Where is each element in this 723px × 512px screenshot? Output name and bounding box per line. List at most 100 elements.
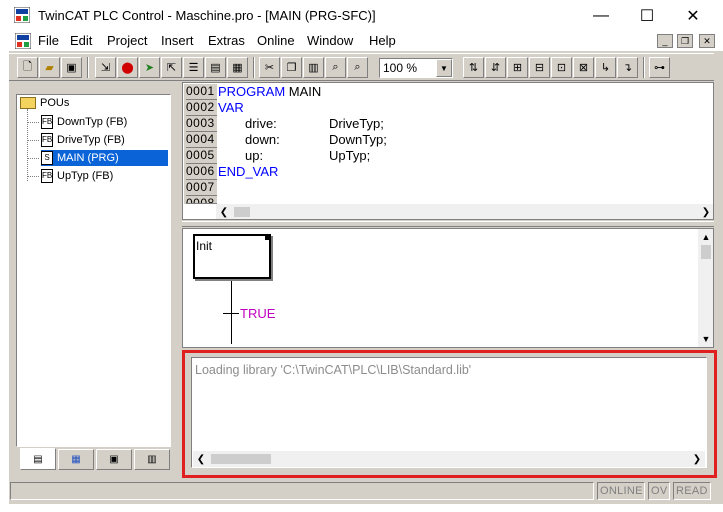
toolbar-separator <box>87 57 89 78</box>
new-icon: 🗋 <box>23 61 32 73</box>
menu-window[interactable]: Window <box>307 33 353 48</box>
save-button[interactable]: ▣ <box>61 57 82 78</box>
run-button[interactable]: ➤ <box>139 57 160 78</box>
sfc-branch-icon: ⊟ <box>534 62 545 74</box>
login-button[interactable]: ⇲ <box>95 57 116 78</box>
stop-button[interactable]: ⬤ <box>117 57 138 78</box>
sfc-step-button[interactable]: ⇅ <box>463 57 484 78</box>
scroll-left-icon[interactable]: ❮ <box>193 451 209 467</box>
line-number: 0001 <box>186 84 217 100</box>
chevron-down-icon[interactable]: ▼ <box>436 59 452 77</box>
toggle-button[interactable]: ▤ <box>205 57 226 78</box>
sfc-jump2-icon: ↳ <box>600 62 611 74</box>
sfc-parallel-button[interactable]: ⊞ <box>507 57 528 78</box>
tab-visualizations[interactable]: ▣ <box>96 449 132 470</box>
var-type: DriveTyp; <box>329 116 384 131</box>
scrollbar-thumb[interactable] <box>211 454 271 464</box>
tab-resources[interactable]: ▥ <box>134 449 170 470</box>
sfc-jump-button[interactable]: ⊡ <box>551 57 572 78</box>
scroll-down-icon[interactable]: ▼ <box>698 331 713 347</box>
breakpoint-button[interactable]: ▦ <box>227 57 248 78</box>
function-block-icon: FB <box>41 115 53 129</box>
cut-icon: ✂ <box>264 62 275 74</box>
mdi-close-button[interactable]: ✕ <box>699 34 715 48</box>
step-button[interactable]: ☰ <box>183 57 204 78</box>
copy-icon: ❐ <box>286 62 297 74</box>
tree-item-downtyp[interactable]: FB DownTyp (FB) <box>41 114 130 130</box>
tree-item-uptyp[interactable]: FB UpTyp (FB) <box>41 168 116 184</box>
save-icon: ▣ <box>66 62 77 74</box>
scroll-up-icon[interactable]: ▲ <box>698 229 713 245</box>
find-next-button[interactable]: ⌕ <box>347 57 368 78</box>
pou-tree-panel: POUs FB DownTyp (FB) FB DriveTyp (FB) S … <box>16 94 171 447</box>
tree-connector <box>27 140 39 141</box>
sfc-branch-button[interactable]: ⊟ <box>529 57 550 78</box>
step-icon: ☰ <box>188 62 199 74</box>
sfc-init-step[interactable]: Init <box>193 234 271 279</box>
find-button[interactable]: ⌕ <box>325 57 346 78</box>
stop-icon: ⬤ <box>121 62 134 74</box>
paste-icon: ▥ <box>308 62 319 74</box>
scroll-right-icon[interactable]: ❯ <box>689 451 705 467</box>
zoom-select[interactable]: 100 % ▼ <box>379 58 453 78</box>
menu-insert[interactable]: Insert <box>161 33 194 48</box>
menu-online[interactable]: Online <box>257 33 295 48</box>
open-button[interactable]: ▰ <box>39 57 60 78</box>
document-window-icon[interactable] <box>15 33 31 49</box>
editor-splitter[interactable] <box>182 221 714 227</box>
tree-root-pous[interactable]: POUs <box>20 97 69 109</box>
tree-item-label: DriveTyp (FB) <box>57 134 125 146</box>
background-window-edge <box>0 24 9 512</box>
transition-condition[interactable]: TRUE <box>240 306 275 321</box>
scrollbar-thumb[interactable] <box>234 207 250 217</box>
tree-item-main[interactable]: S MAIN (PRG) <box>41 150 168 166</box>
close-icon: ✕ <box>686 7 700 25</box>
new-button[interactable]: 🗋 <box>17 57 38 78</box>
menu-edit[interactable]: Edit <box>70 33 92 48</box>
sfc-return-icon: ⊠ <box>578 62 589 74</box>
tab-pous[interactable]: ▤ <box>20 448 56 470</box>
keyword: END_VAR <box>218 164 279 179</box>
tree-item-drivetyp[interactable]: FB DriveTyp (FB) <box>41 132 128 148</box>
sfc-label-button[interactable]: ↴ <box>617 57 638 78</box>
menu-bar: File Edit Project Insert Extras Online W… <box>9 31 723 51</box>
copy-button[interactable]: ❐ <box>281 57 302 78</box>
twincat-app-icon <box>14 7 30 23</box>
logout-button[interactable]: ⇱ <box>161 57 182 78</box>
sfc-jump2-button[interactable]: ↳ <box>595 57 616 78</box>
mdi-restore-button[interactable]: ❐ <box>677 34 693 48</box>
declaration-editor[interactable]: 0001 0002 0003 0004 0005 0006 0007 0008 … <box>182 82 714 220</box>
sfc-return-button[interactable]: ⊠ <box>573 57 594 78</box>
horizontal-scrollbar[interactable]: ❮ ❯ <box>216 204 713 219</box>
message-window[interactable]: Loading library 'C:\TwinCAT\PLC\LIB\Stan… <box>191 357 707 468</box>
cut-button[interactable]: ✂ <box>259 57 280 78</box>
horizontal-scrollbar[interactable]: ❮ ❯ <box>193 451 705 467</box>
scroll-right-icon[interactable]: ❯ <box>698 204 713 219</box>
zoom-value: 100 % <box>383 61 418 75</box>
bottom-edge <box>0 504 723 512</box>
menu-project[interactable]: Project <box>107 33 147 48</box>
tab-datatypes[interactable]: ▦ <box>58 449 94 470</box>
tree-connector <box>27 109 28 181</box>
menu-help[interactable]: Help <box>369 33 396 48</box>
sfc-label-icon: ↴ <box>622 62 633 74</box>
tree-item-label: DownTyp (FB) <box>57 116 128 128</box>
maximize-button[interactable]: ☐ <box>624 0 670 31</box>
line-number-gutter: 0001 0002 0003 0004 0005 0006 0007 0008 <box>184 84 217 204</box>
menu-extras[interactable]: Extras <box>208 33 245 48</box>
datatypes-tab-icon: ▦ <box>71 454 81 465</box>
paste-button[interactable]: ▥ <box>303 57 324 78</box>
vertical-scrollbar[interactable]: ▲ ▼ <box>698 229 713 347</box>
minimize-icon: — <box>593 6 609 24</box>
sfc-editor[interactable]: Init TRUE ▲ ▼ <box>182 228 714 348</box>
sfc-transition[interactable] <box>223 313 239 314</box>
function-block-icon: FB <box>41 169 53 183</box>
minimize-button[interactable]: — <box>578 0 624 31</box>
macro-button[interactable]: ⊶ <box>649 57 670 78</box>
mdi-minimize-button[interactable]: _ <box>657 34 673 48</box>
scroll-left-icon[interactable]: ❮ <box>216 204 232 219</box>
close-button[interactable]: ✕ <box>670 0 716 31</box>
sfc-alt-button[interactable]: ⇵ <box>485 57 506 78</box>
scrollbar-thumb[interactable] <box>701 245 711 259</box>
menu-file[interactable]: File <box>38 33 59 48</box>
